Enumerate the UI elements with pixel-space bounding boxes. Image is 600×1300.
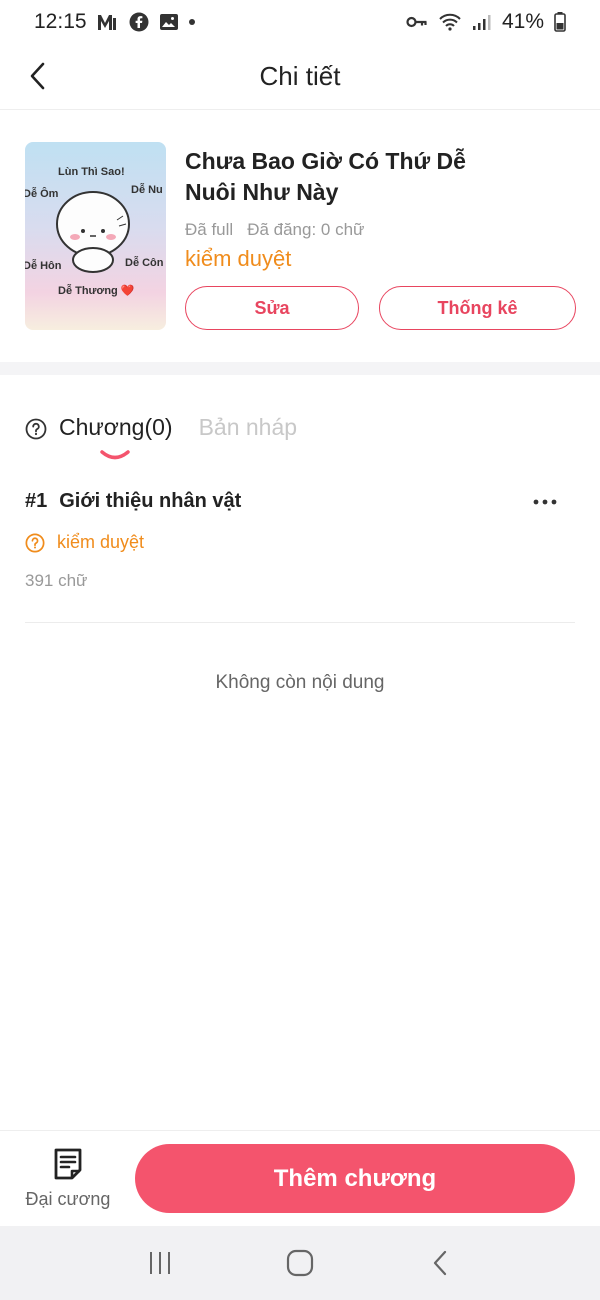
chapter-more-button[interactable] — [527, 488, 563, 516]
chevron-left-icon — [433, 1250, 447, 1276]
chapter-status: kiểm duyệt — [57, 532, 145, 552]
chapter-number: #1 — [25, 490, 48, 512]
cover-character-illustration — [56, 191, 130, 273]
chapter-item[interactable]: #1 Giới thiệu nhân vật kiểm duyệt 391 chữ — [25, 482, 575, 623]
book-info: Chưa Bao Giờ Có Thứ Dễ Nuôi Như Này Đã f… — [185, 146, 580, 330]
home-button[interactable] — [270, 1233, 330, 1293]
back-button[interactable] — [20, 58, 54, 94]
book-title: Chưa Bao Giờ Có Thứ Dễ Nuôi Như Này — [185, 148, 466, 205]
book-actions: Sửa Thống kê — [185, 286, 580, 330]
notification-dot — [188, 19, 195, 25]
book-card: Lùn Thì Sao! Dễ Ôm Dễ Nu Dễ Hôn Dễ Côn D… — [0, 110, 600, 362]
question-circle-icon[interactable] — [25, 418, 47, 440]
cover-text-left-bottom: Dễ Hôn — [25, 260, 62, 272]
cover-text-bottom: Dễ Thương ❤️ — [58, 285, 135, 297]
book-cover[interactable]: Lùn Thì Sao! Dễ Ôm Dễ Nu Dễ Hôn Dễ Côn D… — [25, 142, 166, 330]
chapter-status-row: kiểm duyệt — [25, 532, 575, 553]
recent-apps-button[interactable] — [130, 1233, 190, 1293]
chapter-word-count: 391 chữ — [25, 571, 88, 590]
chapter-title-row: #1 Giới thiệu nhân vật — [25, 482, 575, 520]
book-posted-count: Đã đăng: 0 chữ — [247, 220, 365, 239]
empty-message: Không còn nội dung — [215, 672, 385, 693]
battery-icon — [554, 12, 566, 32]
bottom-action-bar: Đại cương Thêm chương — [0, 1130, 600, 1226]
system-nav-bar — [0, 1226, 600, 1300]
section-divider — [0, 362, 600, 375]
battery-percent: 41% — [501, 10, 544, 33]
add-chapter-button[interactable]: Thêm chương — [135, 1144, 575, 1213]
status-right: 41% — [406, 10, 566, 34]
key-icon — [406, 15, 428, 29]
tab-drafts[interactable]: Bản nháp — [199, 405, 297, 449]
facebook-icon — [129, 12, 149, 32]
signal-icon — [472, 13, 492, 31]
status-bar: 12:15 41% — [0, 0, 600, 44]
gallery-icon — [159, 12, 179, 32]
question-circle-icon — [25, 533, 45, 552]
book-status: kiểm duyệt — [185, 246, 292, 271]
chapter-title: Giới thiệu nhân vật — [59, 490, 242, 512]
active-tab-indicator — [100, 450, 130, 460]
page-title: Chi tiết — [259, 61, 341, 91]
tab-bar: Chương(0) Bản nháp — [25, 405, 323, 465]
book-meta: Đã full Đã đăng: 0 chữ — [185, 220, 580, 240]
stats-button[interactable]: Thống kê — [379, 286, 576, 330]
header: Chi tiết — [0, 44, 600, 110]
cover-text-right-top: Dễ Nu — [131, 184, 163, 196]
cover-text-right-bottom: Dễ Côn — [125, 257, 164, 269]
document-icon — [54, 1148, 82, 1180]
system-back-button[interactable] — [410, 1233, 470, 1293]
outline-button[interactable]: Đại cương — [18, 1147, 118, 1210]
chevron-left-icon — [30, 62, 45, 90]
home-icon — [286, 1249, 314, 1277]
status-time: 12:15 — [34, 10, 87, 33]
cover-text-top: Lùn Thì Sao! — [58, 166, 125, 178]
book-state: Đã full — [185, 220, 234, 239]
wifi-icon — [438, 12, 462, 32]
outline-label: Đại cương — [25, 1189, 111, 1209]
edit-button[interactable]: Sửa — [185, 286, 359, 330]
tab-chapters[interactable]: Chương(0) — [59, 405, 173, 449]
status-left: 12:15 — [34, 10, 195, 34]
recent-apps-icon — [150, 1252, 170, 1274]
m-app-icon — [97, 13, 119, 31]
more-horizontal-icon — [533, 499, 557, 505]
